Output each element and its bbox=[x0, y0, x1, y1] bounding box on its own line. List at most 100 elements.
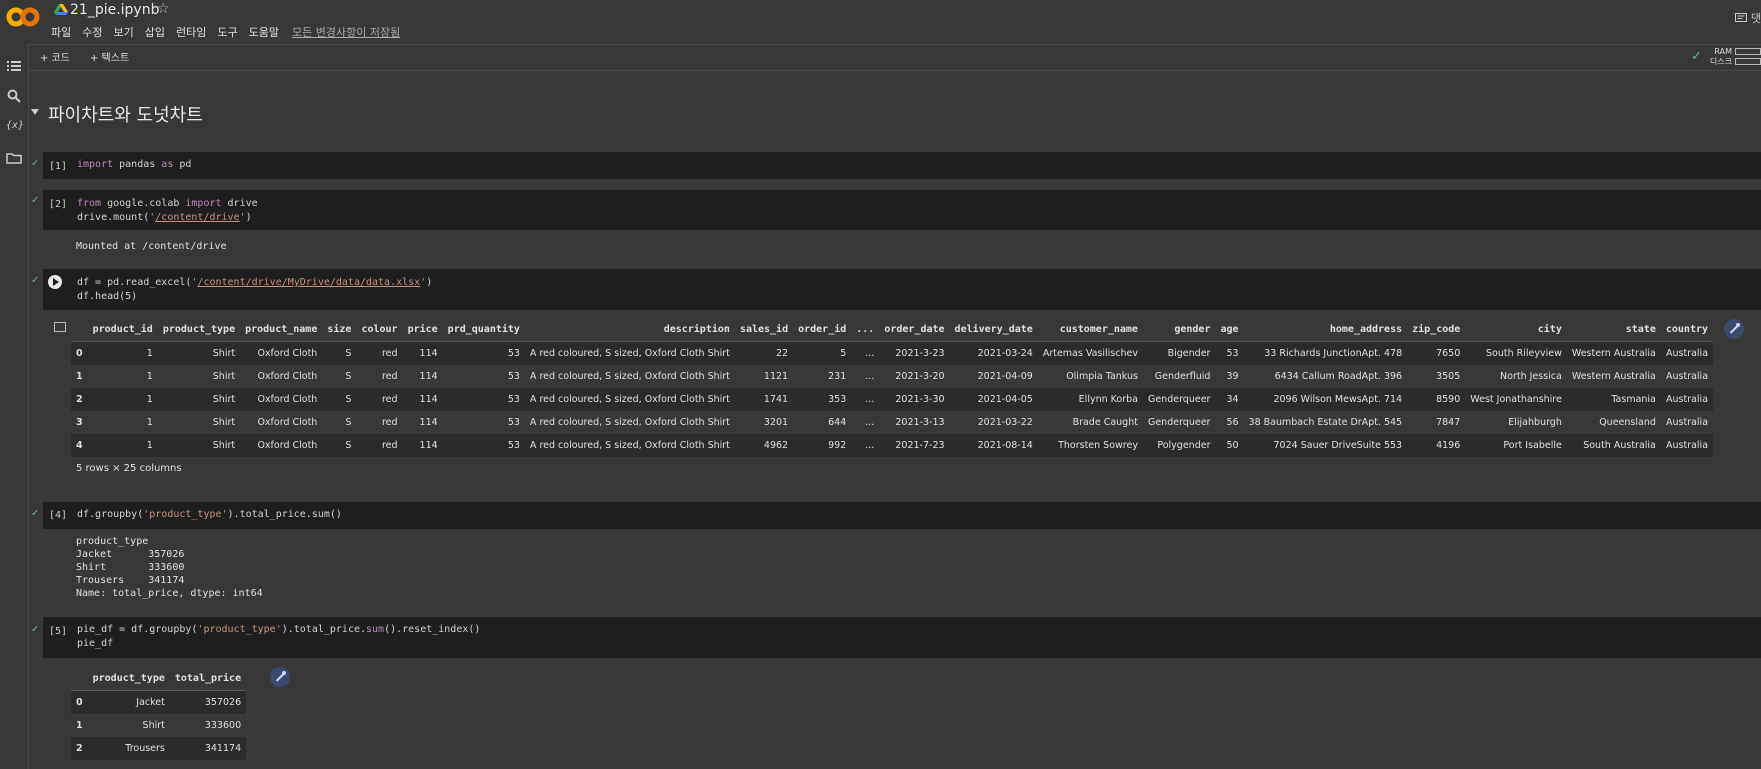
menu-tools[interactable]: 도구 bbox=[217, 24, 237, 40]
menubar: 파일 수정 보기 삽입 런타임 도구 도움말 모든 변경사항이 저장됨 bbox=[51, 24, 400, 40]
add-code-button[interactable]: + 코드 bbox=[40, 49, 70, 64]
table-cell: 56 bbox=[1226, 417, 1239, 428]
table-cell: Oxford Cloth bbox=[257, 348, 318, 359]
disk-label: 디스크 bbox=[1709, 56, 1732, 66]
column-header: colour bbox=[356, 318, 403, 342]
cell-2-status-check-icon: ✓ bbox=[31, 195, 40, 206]
table-cell: 353 bbox=[828, 394, 847, 405]
table-cell: Australia bbox=[1666, 348, 1709, 359]
column-header: product_type bbox=[157, 318, 241, 342]
table-cell: Genderfluid bbox=[1154, 371, 1211, 382]
ram-label: RAM bbox=[1714, 46, 1732, 56]
execution-count: [5] bbox=[49, 626, 68, 637]
code-cell-3[interactable]: df = pd.read_excel('/content/drive/MyDri… bbox=[43, 269, 1761, 310]
table-cell: Shirt bbox=[142, 720, 165, 731]
table-cell: Western Australia bbox=[1571, 371, 1656, 382]
table-cell: Oxford Cloth bbox=[257, 440, 318, 451]
menu-file[interactable]: 파일 bbox=[51, 24, 71, 40]
code-editor[interactable]: pie_df = df.groupby('product_type').tota… bbox=[77, 623, 480, 651]
column-header: state bbox=[1566, 318, 1661, 342]
table-cell: 2021-3-13 bbox=[895, 417, 945, 428]
menu-help[interactable]: 도움말 bbox=[249, 24, 279, 40]
star-icon[interactable]: ☆ bbox=[157, 1, 170, 17]
table-cell: 1 bbox=[146, 394, 153, 405]
table-cell: Australia bbox=[1666, 440, 1709, 451]
table-cell: 114 bbox=[419, 440, 438, 451]
comment-button[interactable]: 댓 bbox=[1734, 10, 1761, 26]
table-cell: Elijahburgh bbox=[1508, 417, 1562, 428]
table-cell: 114 bbox=[419, 394, 438, 405]
column-header: customer_name bbox=[1037, 318, 1143, 342]
table-cell: 114 bbox=[419, 417, 438, 428]
code-cell-5[interactable]: [5] pie_df = df.groupby('product_type').… bbox=[43, 617, 1761, 658]
menu-edit[interactable]: 수정 bbox=[82, 24, 102, 40]
table-cell: Shirt bbox=[212, 371, 236, 382]
column-header: size bbox=[322, 318, 357, 342]
search-icon[interactable] bbox=[6, 88, 22, 104]
magic-wand-icon[interactable] bbox=[270, 667, 290, 687]
table-cell: 2096 Wilson MewsApt. 714 bbox=[1273, 394, 1403, 405]
table-cell: Polygender bbox=[1157, 440, 1211, 451]
run-cell-button[interactable] bbox=[48, 275, 62, 289]
table-cell: 2 bbox=[76, 394, 83, 405]
table-cell: Port Isabelle bbox=[1503, 440, 1562, 451]
table-of-contents-icon[interactable] bbox=[6, 58, 22, 74]
table-cell: Genderqueer bbox=[1147, 394, 1211, 405]
menu-view[interactable]: 보기 bbox=[114, 24, 134, 40]
table-cell: S bbox=[345, 348, 352, 359]
colab-logo-icon[interactable] bbox=[6, 6, 40, 28]
notebook-title[interactable]: 21_pie.ipynb bbox=[70, 2, 159, 18]
execution-count: [2] bbox=[49, 199, 68, 210]
ram-bar bbox=[1735, 47, 1761, 55]
table-cell: ... bbox=[865, 394, 875, 405]
table-cell: 114 bbox=[419, 371, 438, 382]
table-cell: 6434 Callum RoadApt. 396 bbox=[1274, 371, 1403, 382]
code-editor[interactable]: df = pd.read_excel('/content/drive/MyDri… bbox=[77, 276, 432, 304]
table-cell: 34 bbox=[1226, 394, 1239, 405]
cell-4-status-check-icon: ✓ bbox=[31, 508, 40, 519]
table-cell: Genderqueer bbox=[1147, 417, 1211, 428]
column-header: zip_code bbox=[1407, 318, 1466, 342]
table-header-row: product_id product_type product_name size co… bbox=[71, 318, 1714, 342]
table-cell: A red coloured, S sized, Oxford Cloth Sh… bbox=[529, 348, 730, 359]
table-cell: 2021-3-20 bbox=[895, 371, 945, 382]
magic-wand-icon[interactable] bbox=[1724, 319, 1744, 339]
table-cell: Shirt bbox=[212, 348, 236, 359]
table-cell: 1 bbox=[146, 371, 153, 382]
collapse-toggle-icon[interactable] bbox=[31, 109, 39, 115]
table-cell: ... bbox=[865, 348, 875, 359]
table-cell: 5 bbox=[840, 348, 847, 359]
table-row: 1 1 Shirt Oxford Cloth Sred 114 53 A red colour… bbox=[71, 365, 1714, 388]
table-cell: Oxford Cloth bbox=[257, 394, 318, 405]
table-row: 1 Shirt 333600 bbox=[71, 714, 247, 737]
menu-insert[interactable]: 삽입 bbox=[145, 24, 165, 40]
notebook-toolbar: + 코드 + 텍스트 ✓ RAM 디스크 bbox=[28, 44, 1761, 71]
folder-icon[interactable] bbox=[6, 150, 22, 166]
code-editor[interactable]: df.groupby('product_type').total_price.s… bbox=[77, 508, 342, 522]
table-cell: Oxford Cloth bbox=[257, 417, 318, 428]
code-cell-1[interactable]: [1] import pandas as pd bbox=[43, 152, 1761, 179]
output-options-icon[interactable] bbox=[54, 322, 66, 332]
table-cell: Oxford Cloth bbox=[257, 371, 318, 382]
execution-count: [4] bbox=[49, 510, 68, 521]
saved-status-link[interactable]: 모든 변경사항이 저장됨 bbox=[292, 24, 400, 40]
table-cell: ... bbox=[865, 417, 875, 428]
table-cell: Olimpia Tankus bbox=[1066, 371, 1138, 382]
column-header: product_name bbox=[240, 318, 323, 342]
resource-monitor[interactable]: RAM 디스크 bbox=[1702, 46, 1761, 66]
table-cell: red bbox=[381, 440, 398, 451]
section-title: 파이차트와 도넛차트 bbox=[48, 105, 203, 126]
code-editor[interactable]: import pandas as pd bbox=[77, 158, 191, 172]
code-editor[interactable]: from google.colab import drive drive.mou… bbox=[77, 197, 258, 225]
variables-icon[interactable]: {x} bbox=[6, 120, 24, 136]
column-header: city bbox=[1465, 318, 1567, 342]
menu-runtime[interactable]: 런타임 bbox=[176, 24, 206, 40]
code-cell-4[interactable]: [4] df.groupby('product_type').total_pri… bbox=[43, 502, 1761, 529]
add-text-button[interactable]: + 텍스트 bbox=[90, 49, 129, 64]
table-cell: 0 bbox=[76, 697, 83, 708]
code-cell-2[interactable]: [2] from google.colab import drive drive… bbox=[43, 190, 1761, 230]
table-cell: 357026 bbox=[204, 697, 242, 708]
table-cell: 3505 bbox=[1436, 371, 1461, 382]
table-cell: 2021-04-09 bbox=[977, 371, 1033, 382]
column-header: gender bbox=[1142, 318, 1216, 342]
